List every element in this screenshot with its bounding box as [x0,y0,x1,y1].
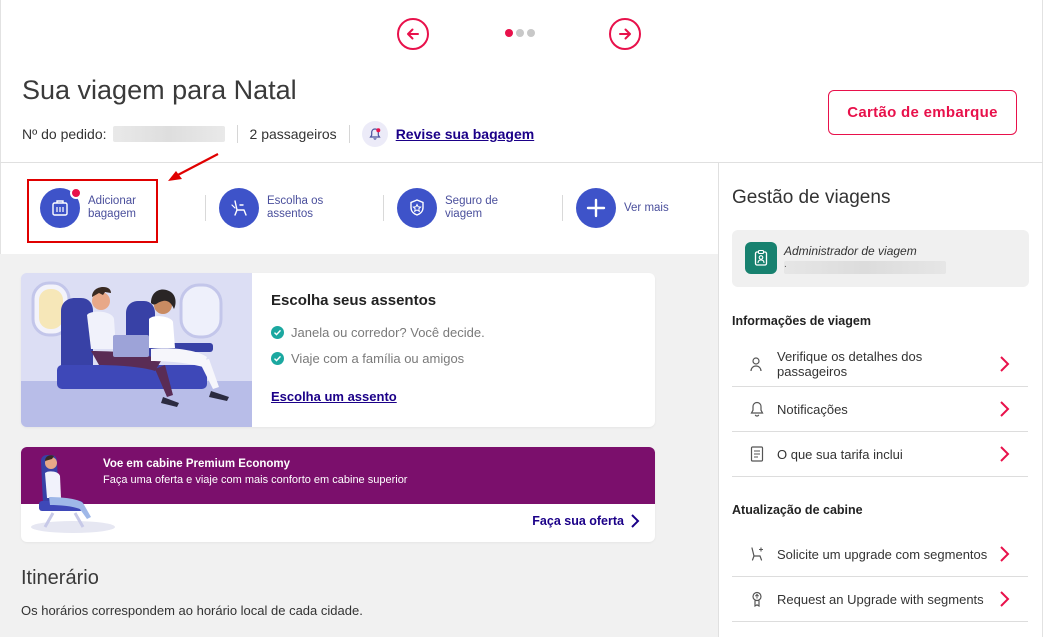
admin-name-redacted [784,261,946,274]
seat-benefit-item: Janela ou corredor? Você decide. [271,325,485,340]
seat-icon [219,188,259,228]
itinerary-title: Itinerário [21,567,99,589]
upgrade-segments-item[interactable]: Solicite um upgrade com segmentos [732,532,1028,577]
carousel-prev-button[interactable] [397,18,429,50]
passenger-count: 2 passageiros [249,126,337,142]
travel-insurance-button[interactable]: Seguro de viagem [397,187,515,229]
plus-icon [576,188,616,228]
seat-card-title: Escolha seus assentos [271,292,437,309]
chevron-right-icon [994,544,1014,564]
fare-includes-label: O que sua tarifa inclui [777,446,903,462]
review-baggage-link[interactable]: Revise sua bagagem [396,126,535,142]
carousel-dot-1[interactable] [505,29,513,37]
divider [562,195,563,221]
travel-insurance-label: Seguro de viagem [445,195,499,220]
admin-value: . [784,259,787,270]
notification-dot [70,187,82,199]
notifications-label: Notificações [777,401,848,417]
upgrade-badge-icon [742,589,772,609]
seat-illustration [21,273,252,427]
luggage-icon [40,187,82,228]
carousel-dot-2[interactable] [516,29,524,37]
admin-label: Administrador de viagem [784,244,917,258]
check-icon [271,326,284,339]
see-more-label: Ver mais [624,201,669,214]
chevron-right-icon [994,399,1014,419]
make-offer-link[interactable]: Faça sua oferta [532,513,641,529]
clipboard-person-icon [745,242,777,274]
fare-includes-item[interactable]: O que sua tarifa inclui [732,432,1028,477]
document-icon [742,444,772,464]
see-more-button[interactable]: Ver mais [576,187,694,229]
add-baggage-button[interactable]: Adicionar bagagem [40,187,158,229]
chevron-right-icon [994,354,1014,374]
carousel-next-button[interactable] [609,18,641,50]
check-icon [271,352,284,365]
trip-management-title: Gestão de viagens [732,187,891,208]
carousel-dot-3[interactable] [527,29,535,37]
make-offer-label: Faça sua oferta [532,514,624,528]
seat-benefit-text: Viaje com a família ou amigos [291,351,465,366]
divider [205,195,206,221]
annotation-arrow-icon [168,153,219,181]
divider [348,125,350,143]
page-title: Sua viagem para Natal [22,75,297,105]
passenger-details-item[interactable]: Verifique os detalhes dos passageiros [732,342,1028,387]
trip-info-heading: Informações de viagem [732,314,871,328]
column-divider [718,162,719,637]
order-label: Nº do pedido: [22,126,107,142]
trip-admin-card: Administrador de viagem . [732,230,1029,287]
choose-seats-button[interactable]: Escolha os assentos [219,187,337,229]
chevron-right-icon [994,444,1014,464]
boarding-pass-button[interactable]: Cartão de embarque [828,90,1017,135]
seat-selection-card: Escolha seus assentos Janela ou corredor… [21,273,655,427]
itinerary-subtitle: Os horários correspondem ao horário loca… [21,603,363,618]
passenger-details-label: Verifique os detalhes dos passageiros [777,349,923,379]
premium-subtitle: Faça uma oferta e viaje com mais confort… [103,474,408,486]
seat-benefit-text: Janela ou corredor? Você decide. [291,325,485,340]
chevron-right-icon [994,589,1014,609]
choose-seat-link[interactable]: Escolha um assento [271,389,397,404]
upgrade-segments-label: Solicite um upgrade com segmentos [777,546,988,562]
carousel-dots[interactable] [505,29,535,37]
seat-benefit-item: Viaje com a família ou amigos [271,351,464,366]
person-icon [742,354,772,374]
order-number-redacted [112,126,225,142]
request-upgrade-label: Request an Upgrade with segments [777,591,984,607]
trip-meta: Nº do pedido: 2 passageiros Revise sua b… [22,121,535,147]
arrow-left-icon [407,28,419,40]
add-baggage-label: Adicionar bagagem [88,195,136,220]
divider [383,195,384,221]
bell-icon [361,121,388,147]
notifications-item[interactable]: Notificações [732,387,1028,432]
bell-icon [742,399,772,419]
arrow-right-icon [619,28,631,40]
cabin-upgrade-heading: Atualização de cabine [732,503,863,517]
divider [0,162,1043,163]
seat-upgrade-icon [742,544,772,564]
premium-title: Voe em cabine Premium Economy [103,458,291,470]
chevron-right-icon [631,514,640,528]
premium-economy-card: Voe em cabine Premium Economy Faça uma o… [21,447,655,542]
shield-icon [397,188,437,228]
request-upgrade-item[interactable]: Request an Upgrade with segments [732,577,1028,622]
divider [236,125,238,143]
choose-seats-label: Escolha os assentos [267,195,324,220]
